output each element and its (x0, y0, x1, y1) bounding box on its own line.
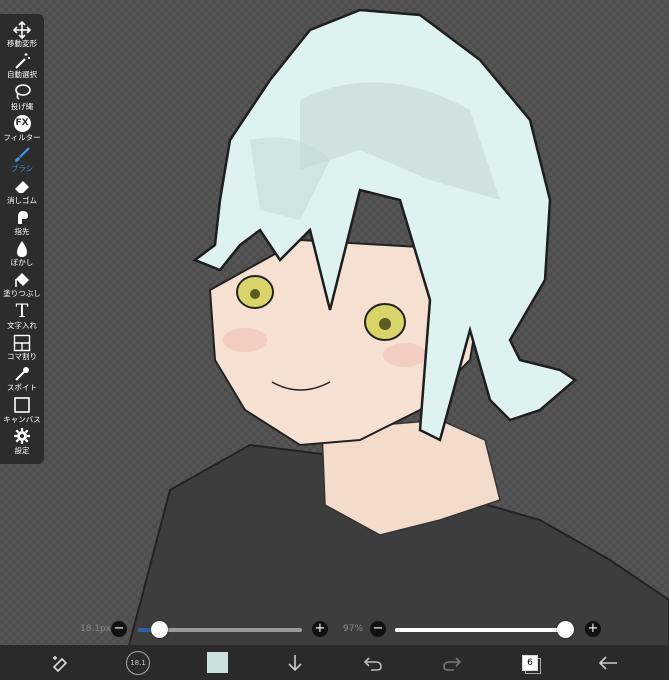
tool-label: フィルター (3, 132, 41, 142)
layers-button[interactable]: 6 (510, 645, 550, 680)
tool-label: 設定 (14, 445, 30, 455)
text-icon: T (15, 299, 29, 322)
canvas-icon (11, 396, 33, 415)
arrow-down-icon (288, 654, 302, 671)
brush-opacity-thumb[interactable] (557, 621, 575, 638)
tool-canvas[interactable]: キャンバス (0, 396, 44, 427)
tool-label: ブラシ (10, 164, 34, 174)
undo-button[interactable] (353, 645, 393, 680)
tool-label: 塗りつぶし (3, 289, 41, 299)
fill-bucket-icon (11, 270, 33, 289)
arrow-left-icon (598, 655, 617, 670)
tool-text[interactable]: T 文字入れ (0, 299, 44, 333)
tool-label: キャンバス (3, 414, 41, 424)
color-picker-button[interactable] (197, 645, 237, 680)
eraser-swap-icon (52, 655, 68, 672)
tool-fill-bucket[interactable]: 塗りつぶし (0, 270, 44, 301)
brush-opacity-fill (395, 628, 566, 632)
eyedropper-icon (11, 364, 33, 383)
smudge-icon (11, 208, 33, 227)
fx-icon: FX (11, 114, 33, 133)
tool-frame-divider[interactable]: コマ割り (0, 333, 44, 364)
brush-size-thumb[interactable] (150, 621, 168, 638)
save-layer-button[interactable] (275, 645, 315, 680)
drawing-canvas[interactable] (0, 0, 669, 680)
tool-eraser[interactable]: 消しゴム (0, 177, 44, 208)
tool-smudge[interactable]: 指先 (0, 208, 44, 239)
brush-slider-bar: 18.1px − + 97% − + (0, 618, 669, 642)
layers-icon: 6 (520, 653, 541, 674)
tool-label: 指先 (14, 226, 30, 236)
tool-label: 消しゴム (7, 195, 37, 205)
tool-move[interactable]: 移動変形 (0, 20, 44, 51)
frame-divider-icon (11, 333, 33, 352)
brush-opacity-value: 97% (343, 624, 364, 634)
brush-opacity-slider[interactable] (395, 628, 571, 632)
tool-lasso[interactable]: 投げ縄 (0, 83, 44, 114)
bottom-action-bar: 18.1 6 (0, 645, 669, 680)
tool-label: スポイト (7, 383, 37, 393)
redo-icon (443, 656, 462, 671)
blur-icon (11, 239, 33, 258)
move-icon (11, 20, 33, 39)
tool-gear[interactable]: 設定 (0, 427, 44, 458)
layer-count: 6 (522, 654, 538, 671)
tool-palette: 移動変形自動選択投げ縄 FX フィルターブラシ消しゴム指先ぼかし塗りつぶし T 文字入れ… (0, 14, 44, 464)
gear-icon (11, 427, 33, 446)
brush-opacity-plus-button[interactable]: + (585, 621, 601, 637)
brush-icon (11, 145, 33, 164)
brush-size-plus-button[interactable]: + (312, 621, 328, 637)
tool-label: 投げ縄 (10, 101, 34, 111)
tool-label: ぼかし (10, 258, 34, 268)
tool-blur[interactable]: ぼかし (0, 239, 44, 270)
quick-select-button[interactable] (40, 645, 80, 680)
brush-size-indicator[interactable]: 18.1 (118, 645, 158, 680)
tool-label: 文字入れ (7, 320, 37, 330)
back-button[interactable] (588, 645, 628, 680)
brush-size-badge: 18.1 (126, 650, 150, 675)
brush-size-minus-button[interactable]: − (111, 621, 127, 637)
tool-brush[interactable]: ブラシ (0, 145, 44, 176)
brush-size-value: 18.1px (80, 624, 112, 634)
tool-fx[interactable]: FX フィルター (0, 114, 44, 145)
magic-wand-icon (11, 51, 33, 70)
tool-magic-wand[interactable]: 自動選択 (0, 51, 44, 82)
brush-opacity-minus-button[interactable]: − (370, 621, 386, 637)
tool-label: 自動選択 (7, 70, 37, 80)
tool-label: 移動変形 (7, 39, 37, 48)
eraser-icon (11, 177, 33, 196)
redo-button[interactable] (432, 645, 472, 680)
lasso-icon (11, 83, 33, 102)
character-illustration (118, 8, 669, 680)
tool-label: コマ割り (7, 352, 37, 361)
tool-eyedropper[interactable]: スポイト (0, 364, 44, 395)
color-swatch (206, 652, 228, 673)
undo-icon (363, 656, 382, 671)
